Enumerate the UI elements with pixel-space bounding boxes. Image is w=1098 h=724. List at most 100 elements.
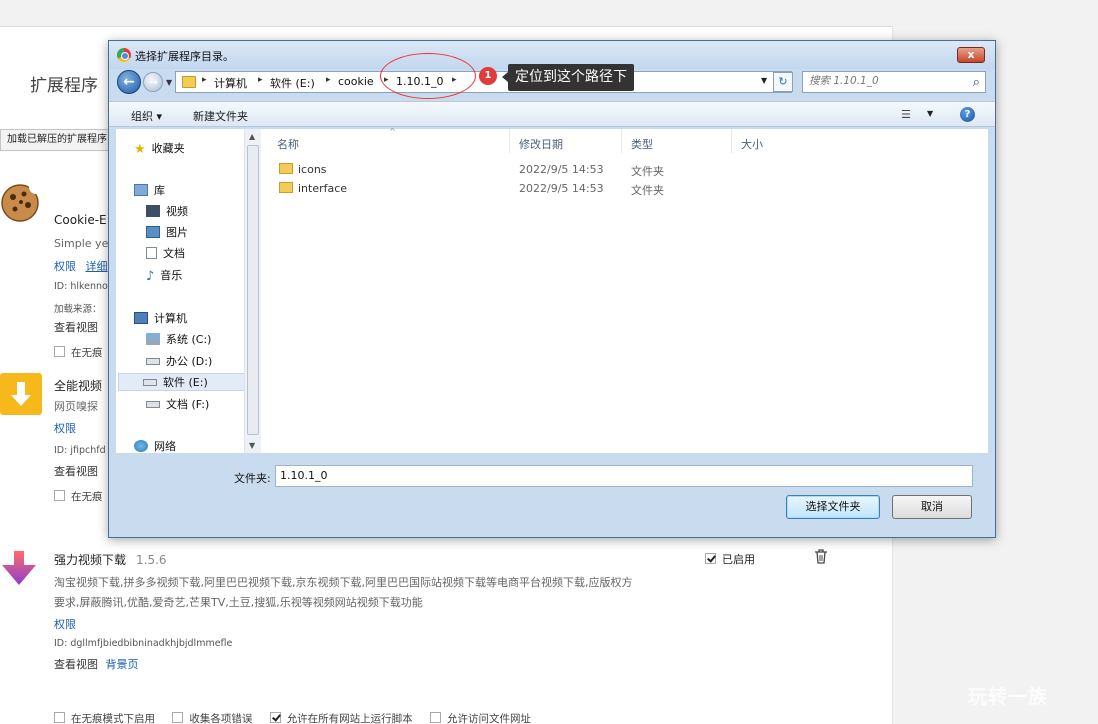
annotation-tooltip: 定位到这个路径下 — [502, 64, 634, 91]
nav-library[interactable]: 库 — [134, 181, 165, 199]
scroll-up-icon[interactable]: ▲ — [249, 132, 255, 141]
nav-scrollbar[interactable]: ▲ ▼ — [244, 129, 261, 453]
view-options-icon[interactable]: ☰ — [901, 108, 911, 121]
view-dropdown-icon[interactable]: ▼ — [927, 109, 933, 118]
extension-id: ID: hlkenno — [54, 281, 108, 292]
details-link[interactable]: 详细 — [86, 260, 108, 273]
permissions-link[interactable]: 权限 — [54, 260, 76, 273]
incognito-option[interactable]: 在无痕模式下启用 — [54, 712, 155, 724]
column-type[interactable]: 类型 — [631, 136, 653, 152]
table-row[interactable]: icons 2022/9/5 14:53 文件夹 — [261, 161, 988, 179]
chevron-right-icon[interactable]: ▸ — [258, 75, 263, 85]
system-drive-icon — [146, 333, 160, 345]
column-divider[interactable] — [621, 129, 622, 153]
folder-icon — [182, 76, 196, 88]
select-folder-button[interactable]: 选择文件夹 — [786, 495, 880, 519]
nav-video[interactable]: 视频 — [146, 202, 188, 220]
run-on-all-sites-checkbox[interactable] — [269, 712, 281, 723]
nav-favorites[interactable]: ★ 收藏夹 — [134, 139, 185, 157]
breadcrumb-computer[interactable]: 计算机 — [214, 75, 247, 91]
extension-views: 查看视图 — [54, 465, 98, 478]
nav-music[interactable]: ♪ 音乐 — [146, 266, 182, 284]
background-page-link[interactable]: 背景页 — [106, 658, 139, 671]
chevron-right-icon[interactable]: ▸ — [202, 75, 207, 85]
incognito-checkbox[interactable] — [54, 346, 65, 357]
extension-description: Simple ye — [54, 237, 109, 250]
trash-icon[interactable] — [814, 549, 828, 567]
search-input[interactable] — [809, 75, 959, 87]
cancel-button[interactable]: 取消 — [892, 495, 972, 519]
incognito-option[interactable]: 在无痕 — [54, 489, 103, 504]
nav-drive-e[interactable]: 软件 (E:) — [118, 373, 245, 391]
collect-errors-checkbox[interactable] — [172, 712, 184, 723]
enabled-toggle[interactable]: 已启用 — [705, 551, 755, 567]
extension-id: ID: jfipchfd — [54, 445, 106, 456]
incognito-option[interactable]: 在无痕 — [54, 345, 103, 360]
file-urls-checkbox[interactable] — [430, 712, 442, 723]
network-icon — [134, 440, 148, 452]
incognito-checkbox[interactable] — [54, 712, 65, 723]
nav-pictures[interactable]: 图片 — [146, 223, 188, 241]
history-dropdown-icon[interactable]: ▼ — [166, 78, 172, 87]
enabled-checkbox[interactable] — [705, 553, 716, 564]
nav-drive-c[interactable]: 系统 (C:) — [146, 330, 211, 348]
close-button[interactable]: x — [957, 47, 985, 63]
column-divider[interactable] — [731, 129, 732, 153]
help-icon[interactable]: ? — [960, 107, 975, 122]
file-list: 名称 ^ 修改日期 类型 大小 icons 2022/9/5 14:53 文件夹… — [261, 127, 988, 453]
nav-computer[interactable]: 计算机 — [134, 309, 187, 327]
computer-icon — [134, 312, 148, 324]
load-unpacked-button[interactable]: 加载已解压的扩展程序 — [0, 129, 110, 151]
file-urls-option[interactable]: 允许访问文件网址 — [430, 712, 531, 724]
column-divider[interactable] — [509, 129, 510, 153]
address-dropdown-icon[interactable]: ▼ — [761, 76, 767, 85]
extension-description-line1: 淘宝视频下载,拼多多视频下载,阿里巴巴视频下载,京东视频下载,阿里巴巴国际站视频… — [54, 576, 633, 589]
organize-button[interactable]: 组织 ▾ — [131, 108, 162, 124]
sort-ascending-icon: ^ — [389, 127, 396, 136]
forward-button[interactable]: → — [143, 72, 163, 92]
search-box[interactable]: ⌕ — [802, 71, 986, 93]
run-on-all-sites-option[interactable]: 允许在所有网站上运行脚本 — [269, 712, 413, 724]
extension-version: 1.5.6 — [136, 553, 167, 567]
extension-links: 权限 — [54, 419, 82, 438]
select-folder-dialog: 选择扩展程序目录。 x ← → ▼ ▸ 计算机 ▸ 软件 (E:) ▸ cook… — [108, 40, 996, 538]
dialog-title: 选择扩展程序目录。 — [135, 50, 234, 63]
nav-drive-f[interactable]: 文档 (F:) — [146, 395, 209, 413]
nav-drive-d[interactable]: 办公 (D:) — [146, 352, 212, 370]
refresh-icon[interactable]: ↻ — [773, 72, 793, 92]
step-badge: 1 — [479, 67, 497, 85]
chevron-right-icon[interactable]: ▸ — [326, 75, 331, 85]
scroll-down-icon[interactable]: ▼ — [249, 441, 255, 450]
folder-label: 文件夹: — [234, 472, 271, 485]
back-button[interactable]: ← — [117, 70, 141, 94]
breadcrumb-cookie[interactable]: cookie — [338, 75, 374, 88]
star-icon: ★ — [134, 142, 146, 157]
column-date[interactable]: 修改日期 — [519, 136, 563, 152]
breadcrumb-drive-e[interactable]: 软件 (E:) — [270, 75, 315, 91]
column-name[interactable]: 名称 — [277, 136, 299, 152]
extension-description: 网页嗅探 — [54, 400, 98, 413]
file-date: 2022/9/5 14:53 — [519, 163, 604, 176]
collect-errors-option[interactable]: 收集各项错误 — [172, 712, 252, 724]
file-date: 2022/9/5 14:53 — [519, 182, 604, 195]
permissions-link[interactable]: 权限 — [54, 422, 76, 435]
extension-name: 强力视频下载 1.5.6 — [54, 553, 167, 567]
document-icon — [146, 247, 157, 259]
folder-input[interactable]: 1.10.1_0 — [275, 465, 973, 487]
pictures-icon — [146, 226, 160, 238]
folder-icon — [279, 163, 293, 174]
table-row[interactable]: interface 2022/9/5 14:53 文件夹 — [261, 180, 988, 198]
scrollbar-thumb[interactable] — [247, 145, 259, 435]
permissions-link[interactable]: 权限 — [54, 618, 76, 631]
download-arrow-icon — [0, 373, 42, 415]
cookie-icon — [0, 180, 43, 223]
dialog-footer: 文件夹: 1.10.1_0 选择文件夹 取消 — [109, 453, 995, 539]
options-row: 在无痕模式下启用 收集各项错误 允许在所有网站上运行脚本 允许访问文件网址 — [54, 711, 545, 724]
file-name: icons — [279, 163, 327, 176]
new-folder-button[interactable]: 新建文件夹 — [193, 108, 248, 124]
incognito-checkbox[interactable] — [54, 490, 65, 501]
column-size[interactable]: 大小 — [741, 136, 763, 152]
search-icon[interactable]: ⌕ — [973, 75, 980, 90]
nav-docs[interactable]: 文档 — [146, 244, 185, 262]
file-type: 文件夹 — [631, 184, 664, 197]
